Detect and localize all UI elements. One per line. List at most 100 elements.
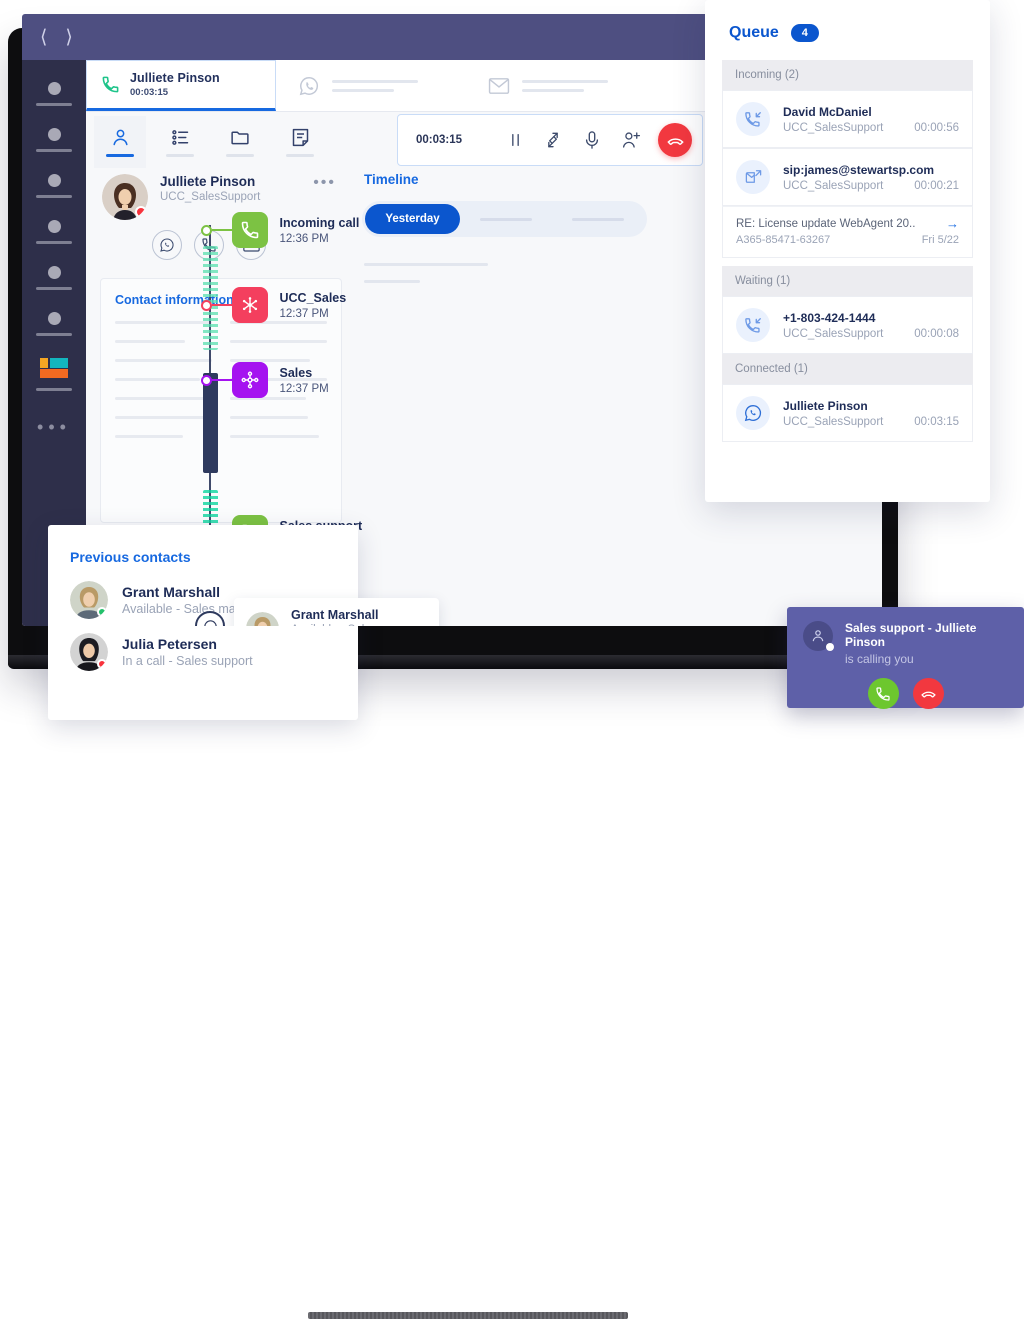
hangup-icon (920, 685, 937, 702)
decline-call-button[interactable] (912, 678, 944, 709)
queue-header: Queue 4 (705, 0, 990, 60)
queue-item-julliete-pinson[interactable]: Julliete Pinson UCC_SalesSupport 00:03:1… (722, 384, 973, 442)
folder-icon (229, 127, 251, 148)
conversation-tab-whatsapp[interactable] (276, 60, 466, 111)
placeholder-text (332, 79, 418, 92)
queue-item-queue: UCC_SalesSupport (783, 415, 884, 428)
tab-notes[interactable] (274, 116, 326, 168)
timeline-node (200, 224, 212, 236)
period-option-2[interactable] (460, 217, 552, 221)
sidebar-item-brand[interactable] (32, 358, 76, 391)
tab-indicator (106, 154, 134, 157)
timeline-event-label: UCC_Sales (279, 290, 347, 305)
note-icon (290, 127, 311, 148)
email-subject: RE: License update WebAgent 20.. (736, 217, 916, 230)
timeline-connector (211, 229, 232, 231)
avatar (70, 581, 108, 619)
placeholder-label (36, 287, 72, 290)
call-control-bar: 00:03:15 (397, 114, 703, 166)
more-dots-icon[interactable]: ••• (313, 174, 340, 192)
phone-icon (875, 686, 891, 702)
queue-panel: Queue 4 Incoming (2) David McDaniel UCC_… (705, 0, 990, 502)
tab-indicator (286, 154, 314, 157)
toast-header: Sales support - Julliete Pinson is calli… (803, 621, 1008, 666)
previous-contact-status: In a call - Sales support (122, 654, 253, 668)
sidebar-item-2[interactable] (32, 128, 76, 152)
previous-contact-row-julia[interactable]: Julia Petersen In a call - Sales support (70, 633, 336, 671)
conversation-duration: 00:03:15 (130, 87, 169, 98)
placeholder-label (36, 388, 72, 391)
period-yesterday[interactable]: Yesterday (365, 204, 460, 234)
email-date: Fri 5/22 (921, 234, 959, 246)
more-dots-icon[interactable]: ••• (37, 417, 71, 438)
presence-dot (97, 659, 107, 669)
queue-item-sip-james[interactable]: sip:james@stewartsp.com UCC_SalesSupport… (722, 148, 973, 206)
sidebar-item-5[interactable] (32, 266, 76, 290)
timeline-event-time: 12:36 PM (279, 232, 329, 245)
arrow-right-icon[interactable]: → (946, 216, 959, 231)
placeholder-dot-icon (47, 220, 61, 233)
conversation-tab-mail[interactable] (466, 60, 656, 111)
phone-icon (101, 75, 120, 94)
presence-dot (97, 607, 107, 617)
email-case-id: A365-85471-63267 (736, 234, 831, 246)
period-option-3[interactable] (552, 217, 644, 221)
transfer-icon[interactable] (543, 130, 563, 150)
sidebar-item-6[interactable] (32, 312, 76, 336)
timeline-agent-card-1[interactable]: Grant Marshall Available - Sales manager (234, 598, 439, 626)
timeline-event-3[interactable]: Sales 12:37 PM (200, 362, 329, 398)
tab-activities[interactable] (154, 116, 206, 168)
timeline-event-label: Incoming call (279, 215, 360, 230)
queue-item-name: sip:james@stewartsp.com (783, 162, 935, 177)
conversation-tab-active[interactable]: Julliete Pinson 00:03:15 (86, 60, 276, 111)
placeholder-dot-icon (47, 174, 61, 187)
network-icon (231, 287, 268, 323)
avatar (70, 633, 108, 671)
timeline-event-2[interactable]: UCC_Sales 12:37 PM (200, 287, 347, 323)
add-person-icon[interactable] (621, 130, 642, 150)
queue-item-queue: UCC_SalesSupport (783, 327, 884, 340)
queue-item-david-mcdaniel[interactable]: David McDaniel UCC_SalesSupport 00:00:56 (722, 90, 973, 148)
whatsapp-icon (736, 396, 770, 430)
placeholder-label (36, 333, 72, 336)
accept-call-button[interactable] (867, 678, 899, 709)
tab-contact[interactable] (94, 116, 146, 168)
incoming-call-icon (736, 308, 770, 342)
placeholder-label (36, 195, 72, 198)
placeholder-label (36, 149, 72, 152)
queue-count-badge: 4 (790, 24, 819, 42)
placeholder-dot-icon (47, 128, 61, 141)
whatsapp-button[interactable] (152, 230, 182, 260)
agent-status: Available - Sales manager (291, 624, 423, 626)
queue-item-phone-number[interactable]: +1-803-424-1444 UCC_SalesSupport 00:00:0… (722, 296, 973, 354)
sidebar-item-3[interactable] (32, 174, 76, 198)
sidebar-item-1[interactable] (32, 82, 76, 106)
call-timer: 00:03:15 (416, 134, 463, 146)
chevron-left-icon[interactable]: ⟨ (40, 28, 47, 47)
presence-dot (826, 643, 834, 651)
whatsapp-icon (298, 75, 320, 97)
contact-name: Julliete Pinson (160, 174, 256, 189)
timeline-event-label: Sales (279, 365, 313, 380)
tab-indicator (226, 154, 254, 157)
sidebar-item-4[interactable] (32, 220, 76, 244)
microphone-icon[interactable] (583, 130, 601, 150)
queue-section-waiting: Waiting (1) (722, 266, 973, 296)
timeline-connector (211, 379, 232, 381)
queue-section-connected: Connected (1) (722, 354, 973, 384)
hangup-button[interactable] (658, 123, 692, 157)
placeholder-dot-icon (47, 312, 61, 325)
timeline-event-time: 12:37 PM (279, 307, 329, 320)
brand-logo-icon (40, 358, 68, 378)
mail-icon (488, 77, 510, 95)
monitor-speaker-grille (308, 1312, 628, 1319)
queue-section-incoming: Incoming (2) (722, 60, 973, 90)
queue-item-email-subject[interactable]: RE: License update WebAgent 20.. → A365-… (722, 206, 973, 258)
queue-item-timer: 00:03:15 (914, 415, 959, 428)
timeline-event-1[interactable]: Incoming call 12:36 PM (200, 212, 360, 248)
queue-item-timer: 00:00:08 (914, 327, 959, 340)
pause-icon[interactable] (508, 132, 523, 148)
tab-files[interactable] (214, 116, 266, 168)
chevron-right-icon[interactable]: ⟩ (65, 28, 72, 47)
